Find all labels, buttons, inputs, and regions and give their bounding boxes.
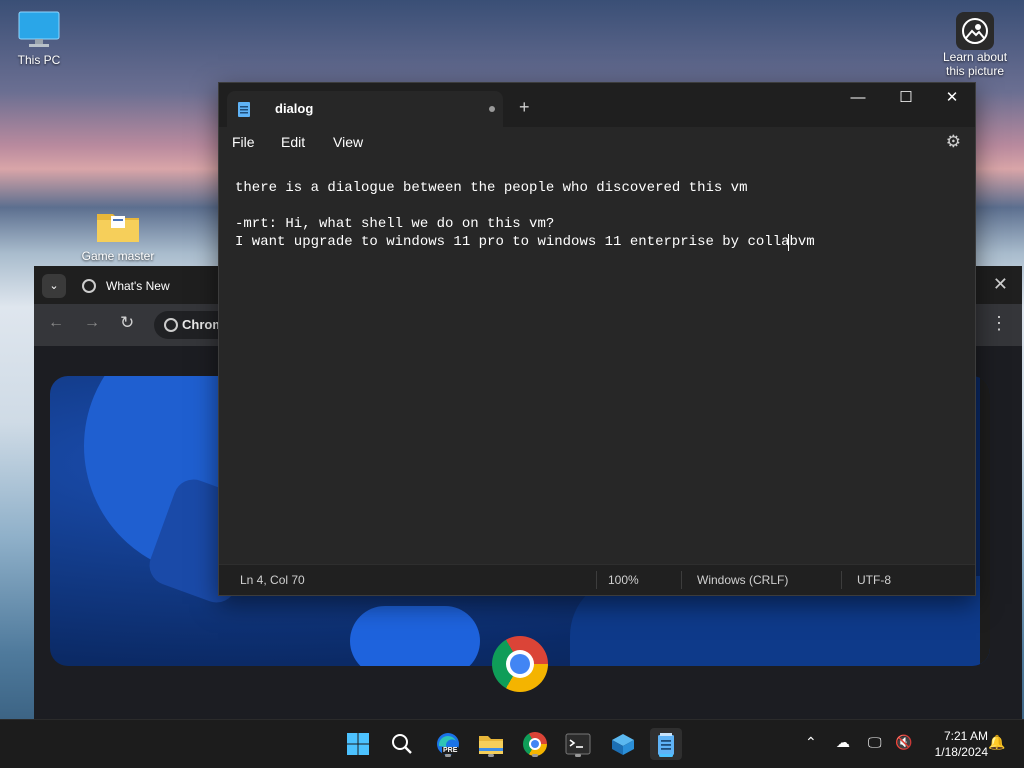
desktop-icon-this-pc[interactable]: This PC: [10, 10, 68, 67]
notepad-icon: [658, 733, 674, 755]
network-icon[interactable]: 🖵: [868, 734, 882, 751]
monitor-icon: [18, 11, 60, 47]
notepad-taskbar-button[interactable]: [650, 728, 682, 760]
running-indicator: [532, 754, 538, 757]
edge-beta-button[interactable]: PRE: [432, 728, 464, 760]
desktop-icon-label: This PC: [17, 53, 61, 67]
encoding: UTF-8: [857, 573, 891, 587]
terminal-button[interactable]: [562, 728, 594, 760]
running-indicator: [445, 754, 451, 757]
back-icon[interactable]: ←: [48, 314, 64, 332]
virtualbox-button[interactable]: [607, 728, 639, 760]
notepad-window[interactable]: dialog + — ☐ ✕ File Edit View ⚙ there is…: [218, 82, 976, 596]
file-explorer-icon: [479, 736, 503, 754]
notepad-status-bar: Ln 4, Col 70 100% Windows (CRLF) UTF-8: [219, 564, 975, 595]
active-indicator: [659, 754, 673, 757]
notepad-tab[interactable]: dialog: [227, 91, 503, 127]
minimize-button[interactable]: —: [835, 83, 881, 113]
new-tab-button[interactable]: +: [519, 97, 530, 118]
chrome-taskbar-button[interactable]: [519, 728, 551, 760]
clock-date: 1/18/2024: [934, 745, 988, 759]
notepad-text-area[interactable]: there is a dialogue between the people w…: [219, 159, 975, 565]
text-cursor: [788, 234, 789, 251]
tab-search-button[interactable]: ⌄: [42, 274, 66, 298]
maximize-button[interactable]: ☐: [883, 83, 929, 113]
chrome-tab[interactable]: What's New: [74, 272, 214, 304]
chrome-logo-icon: [492, 636, 548, 692]
unsaved-dot-icon[interactable]: [489, 106, 495, 112]
onedrive-offline-icon[interactable]: ☁: [836, 734, 850, 751]
chrome-icon: [523, 732, 547, 756]
desktop-icon-game-master[interactable]: Game master: [76, 206, 160, 263]
chrome-menu-icon[interactable]: ⋮: [990, 313, 1008, 334]
forward-icon[interactable]: →: [84, 314, 100, 332]
notification-bell-icon[interactable]: 🔔: [988, 734, 1005, 751]
show-hidden-icons-chevron-up-icon[interactable]: ⌃: [805, 734, 817, 751]
notepad-title-bar: dialog + — ☐ ✕: [219, 83, 975, 127]
close-button[interactable]: ✕: [929, 83, 975, 113]
cursor-position: Ln 4, Col 70: [240, 573, 305, 587]
zoom-level: 100%: [608, 573, 639, 587]
reload-icon[interactable]: ↻: [120, 313, 134, 333]
chrome-logo-icon: [164, 318, 178, 332]
folder-icon: [97, 214, 139, 242]
desktop-icon-label: Game master: [81, 249, 155, 263]
start-button[interactable]: [342, 728, 374, 760]
status-divider: [841, 571, 842, 589]
running-indicator: [575, 754, 581, 757]
windows-logo-icon: [347, 733, 369, 755]
menu-view[interactable]: View: [333, 134, 363, 150]
desktop-icon-learn-about-picture[interactable]: Learn about this picture: [938, 12, 1012, 78]
edge-pre-badge: PRE: [442, 747, 459, 754]
decorative-shape: [350, 606, 480, 666]
status-divider: [596, 571, 597, 589]
menu-file[interactable]: File: [232, 134, 255, 150]
spotlight-icon: [956, 12, 994, 50]
desktop-icon-label: Learn about this picture: [942, 50, 1008, 78]
running-indicator: [488, 754, 494, 757]
virtualbox-icon: [612, 734, 634, 755]
clock-time: 7:21 AM: [943, 729, 988, 743]
scrollbar[interactable]: [980, 376, 990, 666]
notepad-icon: [238, 102, 250, 117]
volume-muted-icon[interactable]: 🔇: [895, 734, 912, 751]
terminal-icon: [565, 733, 591, 755]
status-divider: [681, 571, 682, 589]
notepad-tab-title: dialog: [275, 101, 314, 116]
line-ending: Windows (CRLF): [697, 573, 789, 587]
notepad-menu-bar: File Edit View ⚙: [219, 127, 975, 159]
search-button[interactable]: [386, 728, 418, 760]
settings-gear-icon[interactable]: ⚙: [946, 132, 961, 152]
chrome-tab-title: What's New: [106, 279, 170, 293]
file-explorer-button[interactable]: [475, 728, 507, 760]
search-icon: [392, 734, 412, 754]
chrome-favicon-icon: [82, 279, 96, 293]
clock[interactable]: 7:21 AM 1/18/2024: [918, 728, 988, 760]
chrome-close-button[interactable]: ✕: [993, 274, 1008, 295]
text-line: there is a dialogue between the people w…: [235, 180, 748, 196]
menu-edit[interactable]: Edit: [281, 134, 305, 150]
taskbar: PRE ⌃ ☁ 🖵 🔇 7:21 AM 1/18/2024 🔔: [0, 719, 1024, 768]
text-line: -mrt: Hi, what shell we do on this vm?: [235, 216, 555, 232]
text-line: I want upgrade to windows 11 pro to wind…: [235, 234, 815, 250]
